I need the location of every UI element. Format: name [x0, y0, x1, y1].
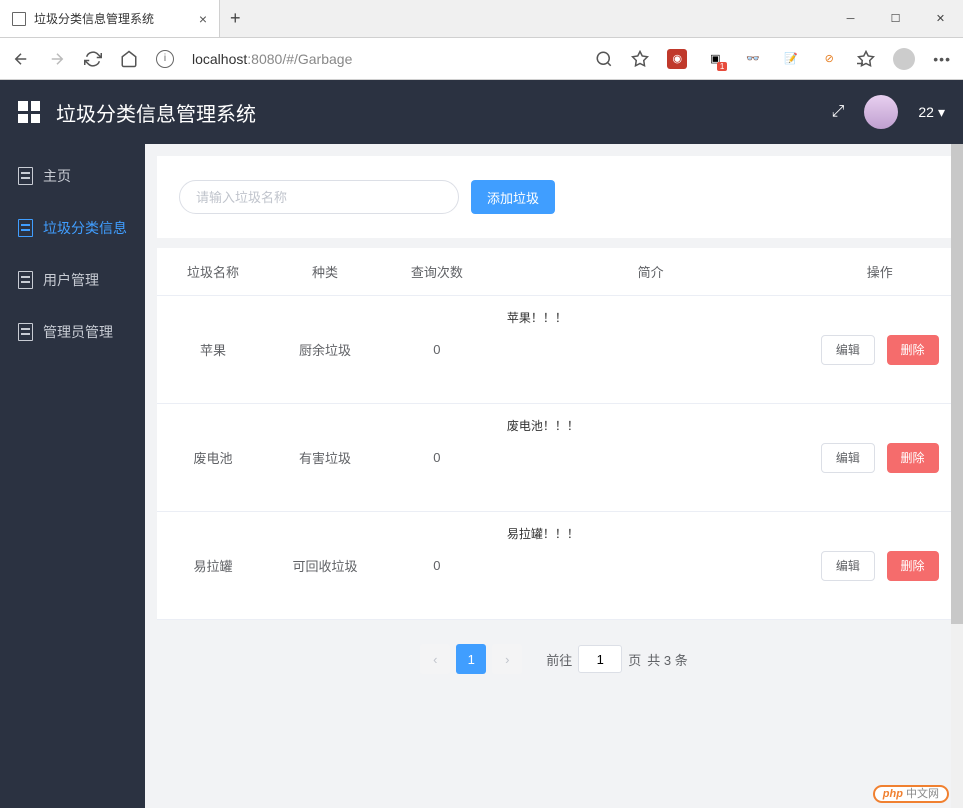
url-port: :8080: [247, 51, 282, 67]
doc-icon: [18, 167, 33, 185]
delete-button[interactable]: 删除: [887, 335, 939, 365]
sidebar: 主页 垃圾分类信息 用户管理 管理员管理: [0, 144, 145, 808]
prev-page-button[interactable]: ‹: [420, 644, 450, 674]
delete-button[interactable]: 删除: [887, 443, 939, 473]
sidebar-item-garbage[interactable]: 垃圾分类信息: [0, 202, 145, 254]
sidebar-item-home[interactable]: 主页: [0, 150, 145, 202]
search-icon[interactable]: [595, 50, 613, 68]
total-text: 共 3 条: [647, 650, 687, 669]
th-count: 查询次数: [381, 248, 493, 296]
more-menu-icon[interactable]: •••: [933, 51, 951, 67]
maximize-button[interactable]: ☐: [873, 0, 918, 37]
sidebar-item-label: 用户管理: [43, 270, 99, 290]
desc-textarea[interactable]: [501, 411, 801, 501]
garbage-table: 垃圾名称 种类 查询次数 简介 操作 苹果 厨余垃圾 0 编辑 删除: [157, 248, 951, 620]
doc-icon: [18, 219, 33, 237]
forward-button[interactable]: [48, 50, 66, 68]
sidebar-item-label: 主页: [43, 166, 71, 186]
app-header: 垃圾分类信息管理系统 ⤢ 22 ▾: [0, 80, 963, 144]
next-page-button[interactable]: ›: [492, 644, 522, 674]
sidebar-item-label: 管理员管理: [43, 322, 113, 342]
goto-prefix: 前往: [546, 650, 572, 669]
close-tab-icon[interactable]: ×: [199, 11, 207, 27]
ublock-ext-icon[interactable]: ◉: [667, 49, 687, 69]
profile-avatar-icon[interactable]: [893, 48, 915, 70]
sidebar-item-users[interactable]: 用户管理: [0, 254, 145, 306]
add-garbage-button[interactable]: 添加垃圾: [471, 180, 555, 214]
ext-icon-2[interactable]: ▣1: [705, 49, 725, 69]
chevron-down-icon: ▾: [938, 104, 945, 121]
favorite-icon[interactable]: [631, 50, 649, 68]
favorites-list-icon[interactable]: [857, 50, 875, 68]
cell-type: 有害垃圾: [269, 404, 381, 512]
doc-icon: [18, 271, 33, 289]
goto-page-input[interactable]: [578, 645, 622, 673]
th-type: 种类: [269, 248, 381, 296]
sidebar-item-admins[interactable]: 管理员管理: [0, 306, 145, 358]
user-dropdown[interactable]: 22 ▾: [918, 104, 945, 121]
ext-icon-5[interactable]: ⊘: [819, 49, 839, 69]
cell-count: 0: [381, 404, 493, 512]
browser-tab-bar: 垃圾分类信息管理系统 × + ─ ☐ ✕: [0, 0, 963, 38]
edit-button[interactable]: 编辑: [821, 335, 875, 365]
cell-type: 可回收垃圾: [269, 512, 381, 620]
desc-textarea[interactable]: [501, 519, 801, 609]
site-info-icon[interactable]: i: [156, 50, 174, 68]
pagination: ‹ 1 › 前往 页 共 3 条: [157, 620, 951, 690]
toolbar-right: ◉ ▣1 👓 📝 ⊘ •••: [595, 48, 951, 70]
address-bar[interactable]: localhost:8080/#/Garbage: [192, 51, 577, 67]
home-button[interactable]: [120, 50, 138, 68]
cell-count: 0: [381, 296, 493, 404]
refresh-button[interactable]: [84, 50, 102, 68]
search-input[interactable]: [179, 180, 459, 214]
cell-name: 易拉罐: [157, 512, 269, 620]
edit-button[interactable]: 编辑: [821, 551, 875, 581]
delete-button[interactable]: 删除: [887, 551, 939, 581]
search-card: 添加垃圾: [157, 156, 951, 238]
cell-count: 0: [381, 512, 493, 620]
window-controls: ─ ☐ ✕: [828, 0, 963, 37]
th-name: 垃圾名称: [157, 248, 269, 296]
back-button[interactable]: [12, 50, 30, 68]
table-row: 苹果 厨余垃圾 0 编辑 删除: [157, 296, 951, 404]
app-title: 垃圾分类信息管理系统: [56, 98, 256, 127]
page-number-button[interactable]: 1: [456, 644, 486, 674]
scrollbar[interactable]: [951, 144, 963, 808]
desc-textarea[interactable]: [501, 303, 801, 393]
content-area: 添加垃圾 垃圾名称 种类 查询次数 简介 操作 苹果 厨余垃圾 0: [145, 144, 963, 808]
table-row: 易拉罐 可回收垃圾 0 编辑 删除: [157, 512, 951, 620]
tab-title: 垃圾分类信息管理系统: [34, 10, 191, 27]
new-tab-button[interactable]: +: [220, 0, 251, 37]
url-host: localhost: [192, 51, 247, 67]
user-badge-text: 22: [918, 104, 934, 120]
ext-icon-4[interactable]: 📝: [781, 49, 801, 69]
cell-name: 苹果: [157, 296, 269, 404]
table-row: 废电池 有害垃圾 0 编辑 删除: [157, 404, 951, 512]
fullscreen-icon[interactable]: ⤢: [832, 103, 845, 121]
app-menu-icon[interactable]: [18, 101, 40, 123]
cell-name: 废电池: [157, 404, 269, 512]
browser-toolbar: i localhost:8080/#/Garbage ◉ ▣1 👓 📝 ⊘ ••…: [0, 38, 963, 80]
ext-icon-3[interactable]: 👓: [743, 49, 763, 69]
close-window-button[interactable]: ✕: [918, 0, 963, 37]
edit-button[interactable]: 编辑: [821, 443, 875, 473]
sidebar-item-label: 垃圾分类信息: [43, 218, 127, 238]
th-action: 操作: [808, 248, 951, 296]
user-avatar[interactable]: [864, 95, 898, 129]
cell-type: 厨余垃圾: [269, 296, 381, 404]
goto-suffix: 页: [628, 650, 641, 669]
page-icon: [12, 12, 26, 26]
minimize-button[interactable]: ─: [828, 0, 873, 37]
browser-tab[interactable]: 垃圾分类信息管理系统 ×: [0, 0, 220, 37]
watermark: php 中文网: [873, 784, 949, 802]
url-path: /#/Garbage: [282, 51, 352, 67]
doc-icon: [18, 323, 33, 341]
th-desc: 简介: [493, 248, 809, 296]
